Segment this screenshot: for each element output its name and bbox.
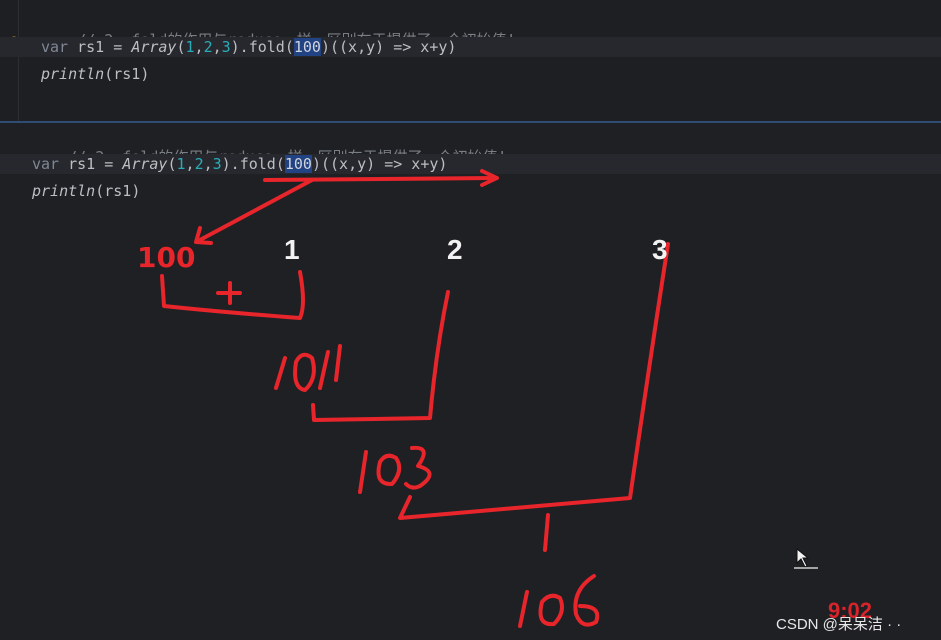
number-3: 3	[212, 155, 222, 173]
code-line-fold[interactable]: var rs1 = Array(1,2,3).fold(100)((x,y) =…	[0, 154, 941, 174]
println-args: (rs1)	[104, 65, 150, 83]
number-3: 3	[221, 38, 231, 56]
code-assign: rs1 =	[68, 38, 132, 56]
paren-open: (	[167, 155, 177, 173]
comma: ,	[203, 155, 213, 173]
comma: ,	[185, 155, 195, 173]
keyword-var: var	[41, 38, 69, 56]
code-assign: rs1 =	[59, 155, 123, 173]
gutter-separator	[18, 0, 19, 121]
mouse-cursor-icon	[794, 548, 818, 569]
function-array: Array	[122, 155, 168, 173]
function-println: println	[32, 182, 96, 200]
comma: ,	[212, 38, 222, 56]
number-2: 2	[194, 155, 204, 173]
number-2: 2	[203, 38, 213, 56]
number-1: 1	[176, 155, 186, 173]
code-line-println[interactable]: println(rs1)	[41, 64, 149, 84]
function-println: println	[41, 65, 105, 83]
paren-open: (	[176, 38, 186, 56]
lambda-text: )((x,y) => x+y)	[311, 155, 448, 173]
comma: ,	[194, 38, 204, 56]
keyword-var: var	[32, 155, 60, 173]
code-line-println[interactable]: println(rs1)	[32, 181, 140, 201]
editor-top-pane[interactable]: // 2. fold的作用与reduce一样，区别在于提供了一个初始值! var…	[0, 0, 941, 121]
number-1: 1	[185, 38, 195, 56]
function-array: Array	[131, 38, 177, 56]
initial-value-highlight: 100	[284, 155, 312, 173]
lambda-text: )((x,y) => x+y)	[320, 38, 457, 56]
initial-value-highlight: 100	[293, 38, 321, 56]
code-line-fold[interactable]: var rs1 = Array(1,2,3).fold(100)((x,y) =…	[0, 37, 941, 57]
fold-call: ).fold(	[221, 155, 285, 173]
println-args: (rs1)	[95, 182, 141, 200]
csdn-watermark: CSDN @呆呆洁 · ·	[776, 616, 902, 633]
fold-call: ).fold(	[230, 38, 294, 56]
